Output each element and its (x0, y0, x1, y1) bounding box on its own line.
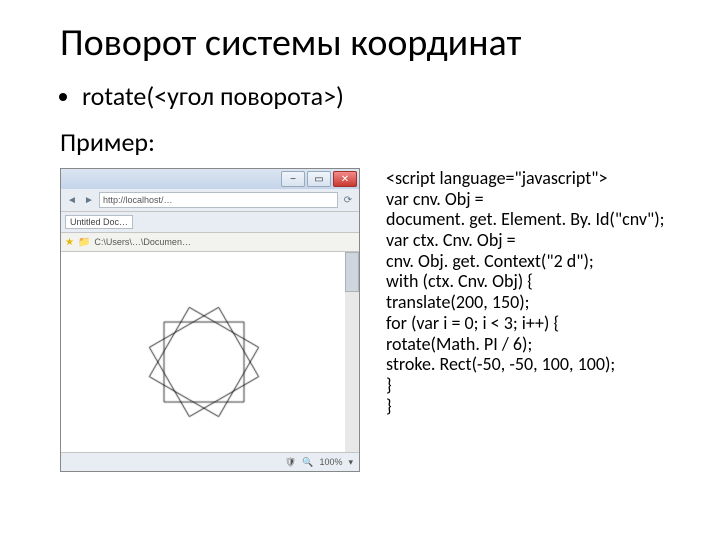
code-line: var cnv. Obj = (386, 188, 484, 210)
browser-viewport (61, 252, 359, 452)
favorites-star-icon[interactable]: ★ (65, 237, 74, 248)
refresh-icon[interactable]: ⟳ (341, 193, 355, 207)
zoom-dropdown-icon[interactable]: ▾ (348, 457, 353, 468)
code-line: translate(200, 150); (386, 291, 529, 313)
tab-bar: Untitled Doc… (61, 212, 359, 233)
url-field[interactable]: http://localhost/… (99, 192, 338, 208)
bullet-rotate: rotate(<угол поворота>) (82, 80, 680, 112)
zoom-level: 100% (319, 457, 342, 467)
nav-toolbar: ◄ ► http://localhost/… ⟳ (61, 189, 359, 212)
window-titlebar: − ▭ ✕ (61, 169, 359, 189)
window-minimize-button[interactable]: − (281, 171, 305, 187)
bullet-list: rotate(<угол поворота>) (60, 80, 680, 112)
zoom-icon[interactable]: 🔍 (302, 457, 313, 468)
code-line: document. get. Element. By. Id("cnv"); (386, 208, 665, 230)
canvas-drawing (61, 252, 347, 452)
code-line: for (var i = 0; i < 3; i++) { (386, 312, 559, 334)
code-line: <script language="javascript"> (386, 167, 607, 189)
breadcrumbs: C:\Users\…\Documen… (94, 237, 191, 247)
nav-back-icon[interactable]: ◄ (65, 193, 79, 207)
browser-window: − ▭ ✕ ◄ ► http://localhost/… ⟳ Untitled … (60, 168, 360, 472)
code-block: <script language="javascript"> var cnv. … (360, 168, 680, 416)
nav-forward-icon[interactable]: ► (82, 193, 96, 207)
favorites-bar: ★ 📁 C:\Users\…\Documen… (61, 233, 359, 252)
code-line: } (386, 374, 392, 396)
code-line: with (ctx. Cnv. Obj) { (386, 270, 533, 292)
code-line: var ctx. Cnv. Obj = (386, 229, 516, 251)
favorites-folder-icon[interactable]: 📁 (78, 237, 90, 248)
slide-title: Поворот системы координат (60, 20, 680, 66)
browser-tab[interactable]: Untitled Doc… (65, 215, 133, 229)
example-label: Пример: (60, 126, 680, 158)
code-line: } (386, 395, 392, 417)
window-close-button[interactable]: ✕ (333, 171, 357, 187)
code-line: cnv. Obj. get. Context("2 d"); (386, 250, 594, 272)
window-maximize-button[interactable]: ▭ (307, 171, 331, 187)
code-line: rotate(Math. PI / 6); (386, 333, 532, 355)
scrollbar-thumb[interactable] (345, 252, 359, 292)
status-bar: 🛡 🔍 100% ▾ (61, 452, 359, 471)
code-line: stroke. Rect(-50, -50, 100, 100); (386, 353, 615, 375)
security-shield-icon: 🛡 (285, 457, 296, 468)
